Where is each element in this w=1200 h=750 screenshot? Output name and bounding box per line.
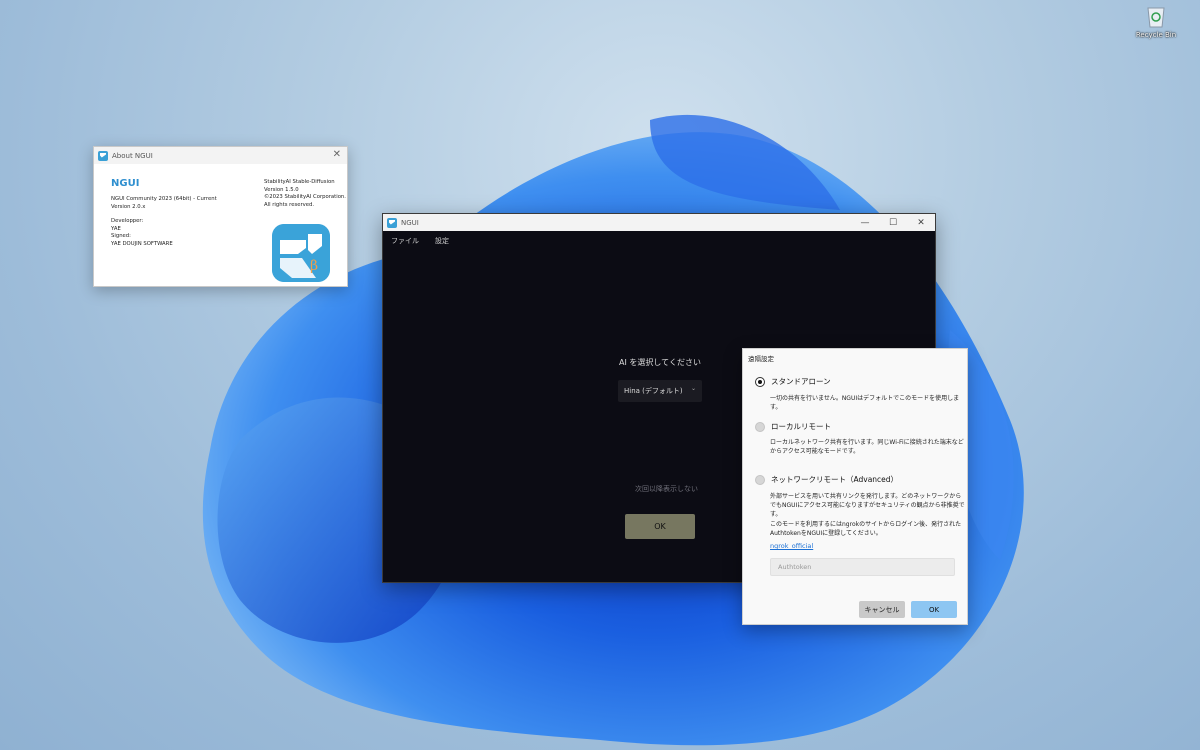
menu-file[interactable]: ファイル (391, 236, 419, 246)
edition-text: NGUI Community 2023 (64bit) - Current (111, 196, 217, 202)
main-title: NGUI (401, 218, 419, 227)
menu-settings[interactable]: 設定 (435, 236, 449, 246)
radio-network-remote-indicator[interactable] (755, 474, 765, 485)
about-brand: NGUI (111, 178, 140, 189)
radio-local-remote[interactable]: ローカルリモート (755, 421, 831, 432)
maximize-icon[interactable]: ☐ (879, 214, 907, 231)
radio-standalone-label: スタンドアローン (771, 377, 831, 386)
dialog-title: 遠隔設定 (748, 355, 774, 363)
main-titlebar[interactable]: NGUI — ☐ ✕ (383, 214, 935, 231)
radio-standalone-indicator[interactable] (755, 376, 765, 387)
close-icon[interactable]: ✕ (333, 149, 341, 160)
about-titlebar[interactable]: About NGUI ✕ (94, 147, 347, 164)
standalone-desc: 一切の共有を行いません。NGUIはデフォルトでこのモードを使用します。 (770, 395, 960, 411)
signed-label: Signed: (111, 233, 131, 239)
network-remote-desc: 外部サービスを用いて共有リンクを発行します。どのネットワークからでもNGUIにア… (770, 493, 965, 518)
ngrok-official-link[interactable]: ngrok_official (770, 542, 813, 550)
authtoken-input[interactable]: Authtoken (770, 558, 955, 576)
main-ok-button[interactable]: OK (625, 514, 695, 539)
chevron-down-icon: ⌄ (690, 385, 696, 392)
about-title: About NGUI (112, 151, 153, 160)
ngrok-note: このモードを利用するにはngrokのサイトからログイン後、発行されたAuthto… (770, 521, 962, 537)
signer-text: YAE DOUJIN SOFTWARE (111, 240, 173, 247)
version-text: Version 2.0.x (111, 203, 146, 210)
close-icon[interactable]: ✕ (907, 214, 935, 231)
radio-local-remote-label: ローカルリモート (771, 422, 831, 431)
ai-select-dropdown[interactable]: Hina (デフォルト) ⌄ (618, 380, 702, 402)
minimize-icon[interactable]: — (851, 214, 879, 231)
engine-version-text: Version 1.5.0 (264, 186, 299, 193)
menu-bar: ファイル 設定 (383, 231, 935, 251)
remote-settings-dialog: 遠隔設定 スタンドアローン 一切の共有を行いません。NGUIはデフォルトでこのモ… (742, 348, 968, 625)
logo-beta-letter: β (310, 258, 318, 274)
ngui-app-icon (98, 150, 108, 161)
radio-network-remote[interactable]: ネットワークリモート（Advanced） (755, 474, 898, 485)
cancel-button[interactable]: キャンセル (859, 601, 905, 618)
recycle-bin[interactable]: Recycle Bin (1132, 4, 1180, 46)
dialog-ok-button[interactable]: OK (911, 601, 957, 618)
dont-show-again-toggle[interactable]: 次回以降表示しない (635, 484, 698, 494)
about-window: About NGUI ✕ NGUI NGUI Community 2023 (6… (93, 146, 348, 287)
radio-local-remote-indicator[interactable] (755, 421, 765, 432)
developer-label: Developper: (111, 218, 144, 224)
ngui-app-icon (387, 217, 397, 228)
radio-standalone[interactable]: スタンドアローン (755, 376, 831, 387)
rights-text: All rights reserved. (264, 201, 315, 208)
developer-text: YAE (111, 225, 121, 232)
about-info-left: NGUI Community 2023 (64bit) - Current Ve… (111, 196, 217, 248)
radio-network-remote-label: ネットワークリモート（Advanced） (771, 475, 899, 484)
about-info-right: StabilityAI Stable-Diffusion Version 1.5… (264, 179, 346, 209)
recycle-bin-icon (1147, 7, 1165, 28)
local-remote-desc: ローカルネットワーク共有を行います。同じWi-Fiに接続された端末などからアクセ… (770, 439, 964, 455)
ai-select-value: Hina (デフォルト) (624, 387, 683, 395)
engine-text: StabilityAI Stable-Diffusion (264, 179, 335, 185)
copyright-text: ©2023 StabilityAI Corporation. (264, 194, 346, 200)
ngui-logo-icon: β (272, 224, 330, 282)
recycle-bin-label: Recycle Bin (1135, 31, 1177, 39)
